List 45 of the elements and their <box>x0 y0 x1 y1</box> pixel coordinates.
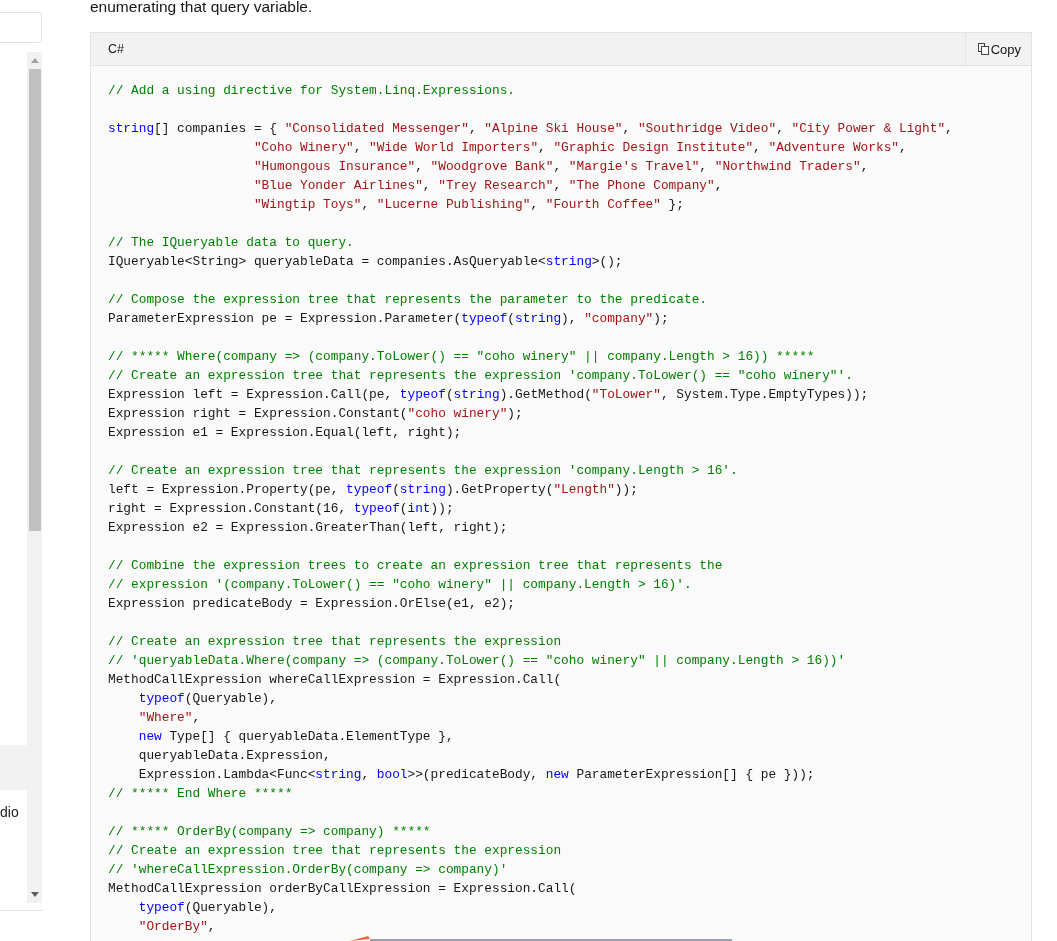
code-line: // Create an expression tree that represents the expression <box>108 633 562 651</box>
code-line: // Combine the expression trees to create an expression tree that represents the <box>108 557 723 575</box>
paragraph: enumerating that query variable. <box>90 0 314 16</box>
code-line: Expression predicateBody = Expression.OrElse(e1, e2); <box>108 595 515 613</box>
scroll-down-icon[interactable] <box>30 892 39 897</box>
code-line: left = Expression.Property(pe, typeof(string).GetProperty("Length")); <box>108 481 638 499</box>
code-line: // ***** End Where ***** <box>108 785 293 803</box>
code-line: typeof(Queryable), <box>137 899 277 917</box>
language-label: C# <box>107 41 125 58</box>
code-line: Expression right = Expression.Constant("coho winery"); <box>108 405 523 423</box>
code-line: "Coho Winery", "Wide World Importers", "Graphic Design Institute", "Adventure Works", <box>252 139 907 157</box>
input-field[interactable] <box>0 12 42 43</box>
code-line: typeof(Queryable), <box>137 690 277 708</box>
code-line: // expression '(company.ToLower() == "coho winery" || company.Length > 16)'. <box>108 576 692 594</box>
code-line: MethodCallExpression whereCallExpression = Expression.Call( <box>108 671 562 689</box>
code-line: right = Expression.Constant(16, typeof(int)); <box>108 500 454 518</box>
scroll-up-icon[interactable] <box>30 58 39 63</box>
code-line: // ***** OrderBy(company => company) ***** <box>108 823 431 841</box>
code-line: // The IQueryable data to query. <box>108 234 354 252</box>
code-line: queryableData.Expression, <box>137 747 331 765</box>
copy-icon <box>977 43 989 55</box>
code-line: Expression left = Expression.Call(pe, typeof(string).GetMethod("ToLower", System.Type.EmptyTypes)); <box>108 386 869 404</box>
code-line: new Type[] { queryableData.ElementType }, <box>137 728 454 746</box>
code-line: "Where", <box>137 709 201 727</box>
code-line: ParameterExpression pe = Expression.Parameter(typeof(string), "company"); <box>108 310 669 328</box>
code-line: "Blue Yonder Airlines", "Trey Research", "The Phone Company", <box>252 177 723 195</box>
scrollbar[interactable] <box>27 52 42 903</box>
code-line: Expression e1 = Expression.Equal(left, right); <box>108 424 462 442</box>
code-line: // Add a using directive for System.Linq.Expressions. <box>108 82 515 100</box>
scroll-thumb[interactable] <box>28 69 41 531</box>
code-line: Expression e2 = Expression.GreaterThan(left, right); <box>108 519 508 537</box>
code-line: // Compose the expression tree that represents the parameter to the predicate. <box>108 291 707 309</box>
code-line: Expression.Lambda<Func<string, bool>>(predicateBody, new ParameterExpression[] { pe })); <box>137 766 815 784</box>
code-line: string[] companies = { "Consolidated Messenger", "Alpine Ski House", "Southridge Video", "City Power & Light", <box>108 120 953 138</box>
code-line: "Wingtip Toys", "Lucerne Publishing", "Fourth Coffee" }; <box>252 196 684 214</box>
code-line: IQueryable<String> queryableData = companies.AsQueryable<string>(); <box>108 253 623 271</box>
code-line: // 'queryableData.Where(company => (company.ToLower() == "coho winery" || company.Length > 16))' <box>108 652 846 670</box>
code-line: "OrderBy", <box>137 918 216 936</box>
code-line: // Create an expression tree that represents the expression <box>108 842 562 860</box>
code-line: "Humongous Insurance", "Woodgrove Bank", "Margie's Travel", "Northwind Traders", <box>252 158 869 176</box>
code-line: // Create an expression tree that represents the expression 'company.Length > 16'. <box>108 462 738 480</box>
code-line: // Create an expression tree that represents the expression 'company.ToLower() == "coho winery"'. <box>108 367 853 385</box>
code-line: // 'whereCallExpression.OrderBy(company => company)' <box>108 861 508 879</box>
code-line: MethodCallExpression orderByCallExpression = Expression.Call( <box>108 880 577 898</box>
code-line: // ***** Where(company => (company.ToLower() == "coho winery" || company.Length > 16)) ***** <box>108 348 815 366</box>
